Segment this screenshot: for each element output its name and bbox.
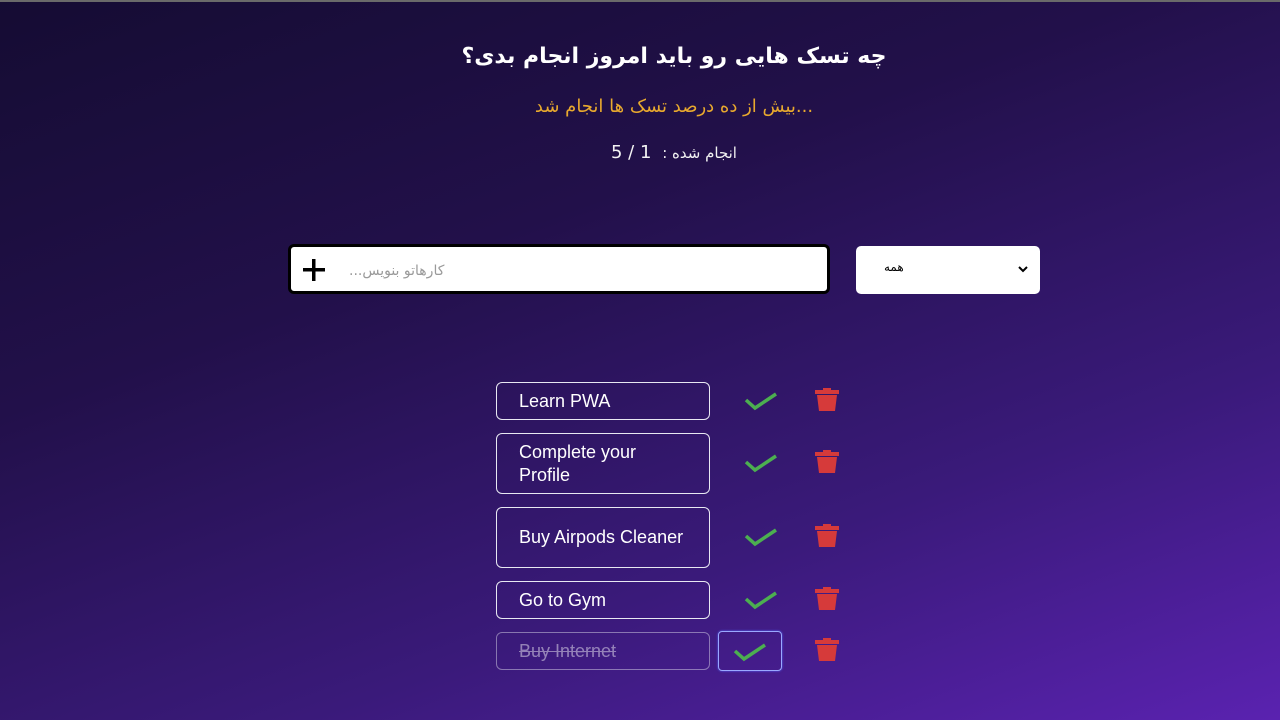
task-input[interactable]: [347, 255, 811, 287]
plus-icon: [303, 259, 325, 281]
checkmark-icon: [744, 392, 777, 411]
complete-button[interactable]: [740, 579, 782, 619]
todo-item-text: Complete your Profile: [496, 433, 710, 494]
todo-item-text: Learn PWA: [496, 382, 710, 420]
complete-button[interactable]: [718, 631, 782, 671]
trash-icon: [815, 388, 839, 411]
checkmark-icon: [744, 591, 777, 610]
trash-icon: [815, 638, 839, 661]
chevron-down-icon: [1018, 266, 1028, 273]
add-task-button[interactable]: [299, 255, 329, 285]
filter-select[interactable]: همه: [856, 246, 1040, 294]
filter-selected-value: همه: [884, 260, 904, 274]
checkmark-icon: [744, 454, 777, 473]
complete-button[interactable]: [740, 380, 782, 420]
progress-count: 1 / 5: [611, 142, 652, 163]
complete-button[interactable]: [740, 516, 782, 556]
progress-message: ...بیش از ده درصد تسک ها انجام شد: [534, 96, 814, 117]
page-title: چه تسک هایی رو باید امروز انجام بدی؟: [461, 44, 887, 69]
trash-icon: [815, 450, 839, 473]
progress-label: انجام شده :: [662, 144, 737, 162]
task-input-container: [288, 244, 830, 294]
todo-item-text-completed: Buy Internet: [496, 632, 710, 670]
complete-button[interactable]: [740, 442, 782, 482]
todo-item-text: Go to Gym: [496, 581, 710, 619]
delete-button[interactable]: [812, 447, 842, 477]
progress-summary: انجام شده : 1 / 5: [0, 142, 1280, 163]
delete-button[interactable]: [812, 385, 842, 415]
checkmark-icon: [744, 528, 777, 547]
delete-button[interactable]: [812, 521, 842, 551]
checkmark-icon: [733, 643, 766, 662]
delete-button[interactable]: [812, 635, 842, 665]
trash-icon: [815, 524, 839, 547]
trash-icon: [815, 587, 839, 610]
window-top-border: [0, 0, 1280, 2]
delete-button[interactable]: [812, 584, 842, 614]
todo-item-text: Buy Airpods Cleaner: [496, 507, 710, 568]
